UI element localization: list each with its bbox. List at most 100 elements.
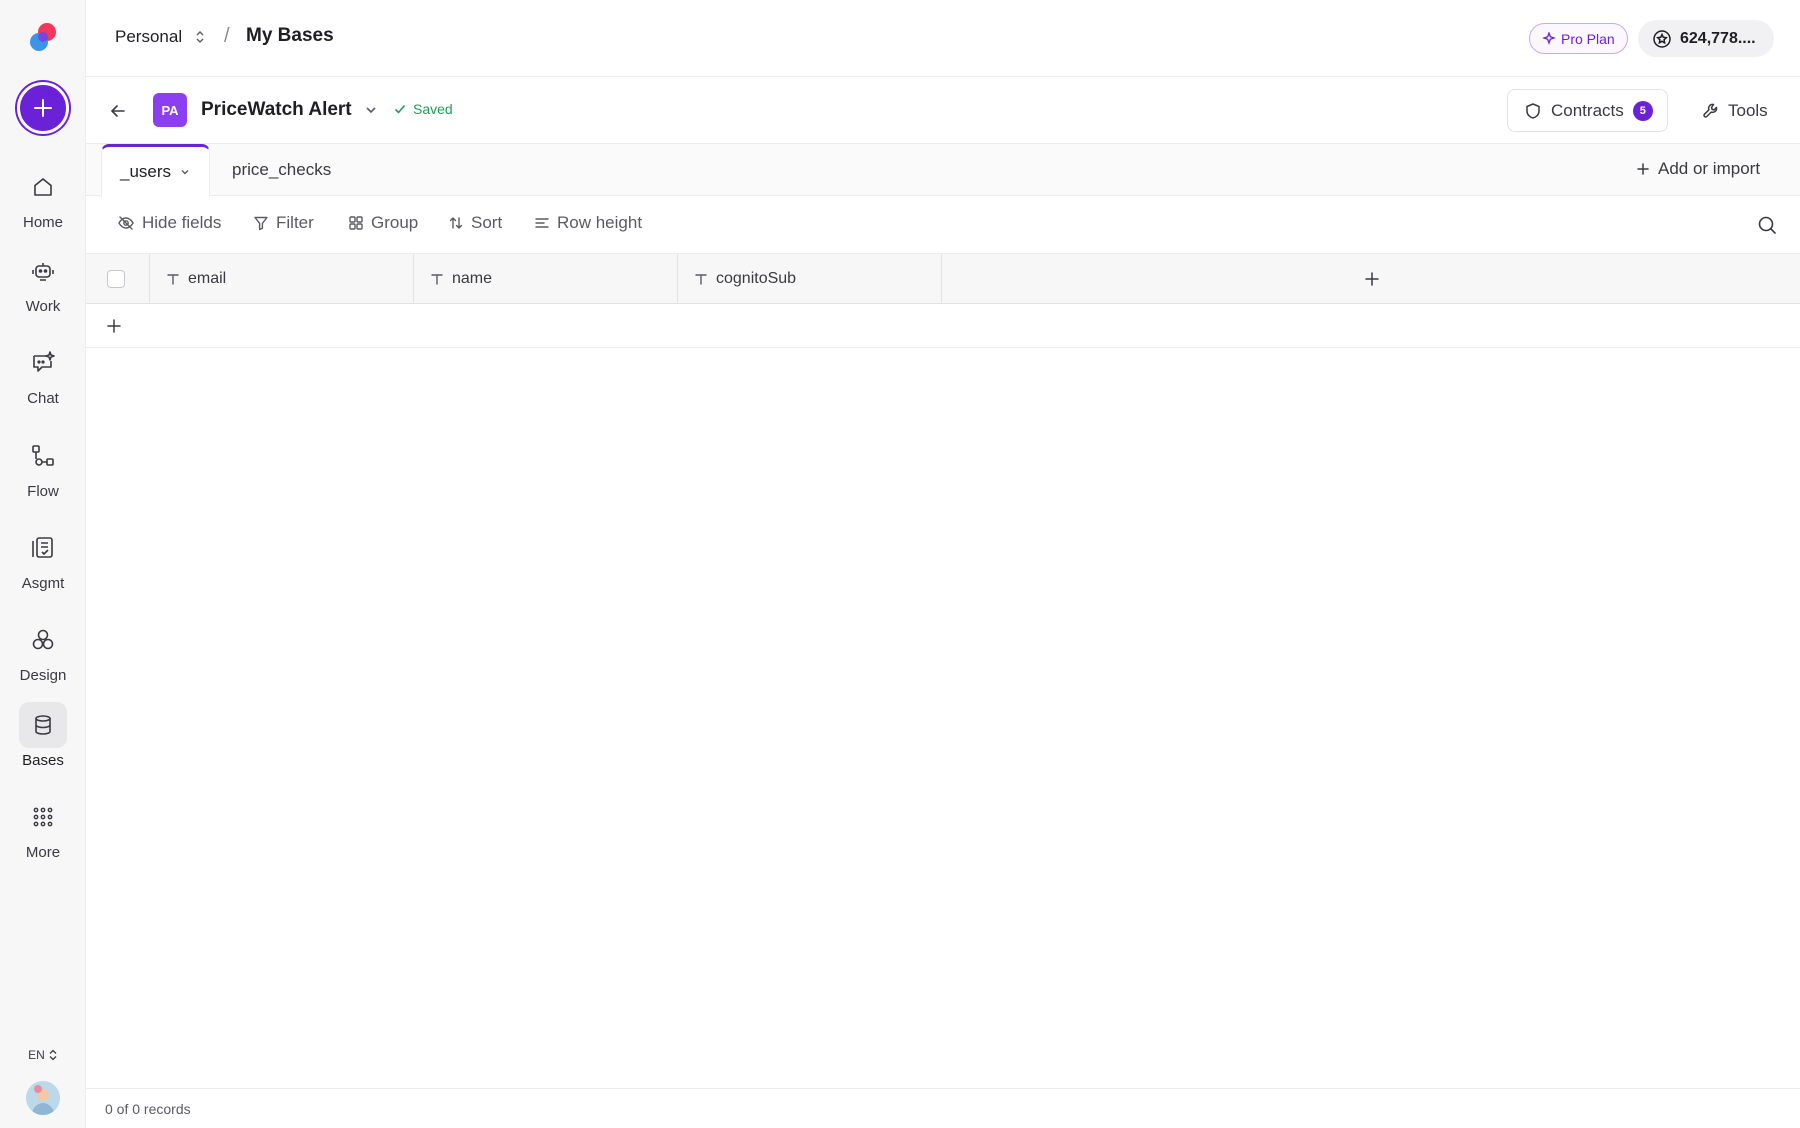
language-label: EN: [28, 1048, 45, 1062]
add-or-import-button[interactable]: Add or import: [1636, 159, 1760, 179]
robot-icon: [19, 248, 67, 294]
add-field-button[interactable]: [1360, 267, 1384, 291]
chevron-updown-icon: [49, 1049, 57, 1061]
sidebar-item-label: More: [25, 844, 61, 861]
sidebar-item-label: Work: [25, 298, 61, 315]
tab-price-checks[interactable]: price_checks: [232, 144, 331, 196]
plus-icon: [34, 99, 52, 117]
table-tabs: _users price_checks Add or import: [86, 144, 1800, 197]
grid-header: email name cognitoSub: [86, 254, 1800, 304]
view-toolbar: Hide fields Filter Group Sort Row height: [86, 196, 1800, 254]
search-icon: [1758, 216, 1776, 234]
credits-value: 624,778....: [1680, 29, 1756, 47]
save-status: Saved: [393, 101, 453, 117]
group-button[interactable]: Group: [348, 213, 418, 233]
sidebar-item-asgmt[interactable]: Asgmt: [0, 525, 86, 605]
sidebar-item-chat[interactable]: Chat: [0, 340, 86, 420]
base-menu-button[interactable]: [363, 102, 379, 118]
add-or-import-label: Add or import: [1658, 159, 1761, 178]
pro-plan-badge[interactable]: Pro Plan: [1529, 23, 1628, 54]
contracts-count-badge: 5: [1632, 100, 1653, 121]
plan-label: Pro Plan: [1561, 30, 1615, 47]
column-header-name[interactable]: name: [414, 254, 678, 304]
avatar[interactable]: [26, 1081, 60, 1115]
sidebar-item-label: Design: [19, 667, 67, 684]
text-type-icon: [167, 274, 179, 285]
chevron-updown-icon: [196, 31, 204, 43]
credits-display[interactable]: 624,778....: [1638, 20, 1774, 57]
row-height-icon: [535, 218, 549, 228]
filter-label: Filter: [276, 213, 314, 232]
sidebar-item-home[interactable]: Home: [0, 164, 86, 244]
base-header: PA PriceWatch Alert Saved Contracts 5 To…: [86, 77, 1800, 144]
select-all-checkbox[interactable]: [107, 270, 125, 288]
column-header-email[interactable]: email: [150, 254, 414, 304]
chat-sparkle-icon: [19, 340, 67, 386]
home-icon: [19, 164, 67, 210]
plus-icon: [1637, 163, 1649, 175]
plus-icon: [107, 319, 121, 333]
workspace-name: Personal: [115, 27, 183, 46]
chevron-down-icon: [366, 107, 376, 114]
back-button[interactable]: [108, 101, 128, 121]
base-badge: PA: [153, 93, 187, 127]
top-bar: Personal / My Bases Pro Plan 624,778....: [86, 0, 1800, 77]
database-icon: [19, 702, 67, 748]
chevron-down-icon: [181, 170, 189, 175]
column-name: cognitoSub: [716, 270, 797, 287]
add-row-button[interactable]: [104, 316, 124, 336]
contracts-label: Contracts: [1551, 100, 1624, 120]
search-button[interactable]: [1756, 214, 1778, 236]
design-icon: [19, 617, 67, 663]
workspace-switcher[interactable]: Personal: [115, 27, 206, 47]
add-row-bar: [86, 304, 1800, 348]
plus-icon: [1365, 272, 1379, 286]
contracts-button[interactable]: Contracts 5: [1507, 89, 1668, 132]
sidebar-item-design[interactable]: Design: [0, 617, 86, 697]
sidebar-item-label: Flow: [27, 483, 59, 500]
sort-icon: [449, 217, 463, 229]
tab-label: price_checks: [232, 160, 332, 179]
sidebar-item-work[interactable]: Work: [0, 248, 86, 328]
column-header-cognitosub[interactable]: cognitoSub: [678, 254, 942, 304]
row-height-button[interactable]: Row height: [534, 213, 642, 233]
shield-icon: [1526, 102, 1540, 119]
tools-button[interactable]: Tools: [1690, 89, 1780, 132]
hide-fields-label: Hide fields: [142, 213, 222, 232]
credits-icon: [1653, 29, 1671, 48]
select-all-cell: [86, 254, 150, 304]
sparkle-icon: [1542, 31, 1556, 45]
filter-icon: [254, 216, 268, 231]
sidebar: Home Work Chat Flow Asgmt Design Bases M…: [0, 0, 86, 1128]
grid-dots-icon: [19, 794, 67, 840]
sidebar-item-label: Chat: [27, 390, 59, 407]
save-status-label: Saved: [413, 101, 453, 117]
base-name[interactable]: PriceWatch Alert: [201, 99, 352, 121]
sidebar-item-more[interactable]: More: [0, 794, 86, 874]
record-count: 0 of 0 records: [105, 1101, 191, 1117]
tab-label: _users: [120, 162, 172, 181]
group-label: Group: [371, 213, 419, 232]
language-selector[interactable]: EN: [0, 1048, 86, 1062]
row-height-label: Row height: [557, 213, 643, 232]
sidebar-item-label: Asgmt: [21, 575, 65, 592]
arrow-left-icon: [110, 105, 125, 117]
sort-button[interactable]: Sort: [448, 213, 502, 233]
sidebar-item-flow[interactable]: Flow: [0, 433, 86, 513]
filter-button[interactable]: Filter: [253, 213, 314, 233]
assignment-icon: [19, 525, 67, 571]
column-name: name: [452, 270, 493, 287]
sidebar-item-label: Bases: [22, 752, 64, 769]
create-button[interactable]: [17, 82, 69, 134]
group-icon: [349, 216, 363, 230]
sidebar-item-bases[interactable]: Bases: [0, 702, 86, 782]
app-logo[interactable]: [25, 20, 61, 56]
page-title: My Bases: [246, 25, 334, 46]
tools-label: Tools: [1728, 100, 1768, 120]
grid-footer: 0 of 0 records: [86, 1088, 1800, 1128]
tab-users[interactable]: _users: [101, 144, 210, 197]
hide-fields-button[interactable]: Hide fields: [117, 213, 221, 233]
wrench-icon: [1703, 103, 1718, 118]
eye-off-icon: [118, 216, 134, 230]
check-icon: [394, 104, 406, 114]
